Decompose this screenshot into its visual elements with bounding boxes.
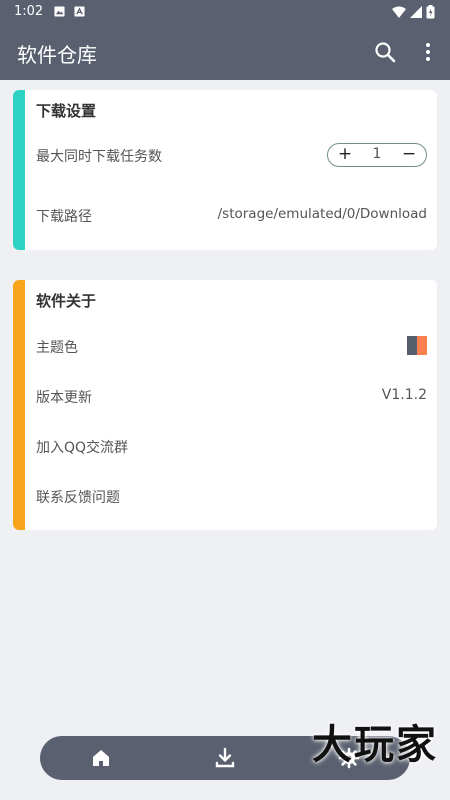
about-card: 软件关于 主题色 版本更新 V1.1.2 加入QQ交流群 联系反馈问题 (13, 280, 437, 530)
theme-color-primary (407, 336, 417, 355)
app-notification-icon (74, 6, 85, 17)
watermark-logo: 大玩家 (312, 721, 438, 768)
app-bar: 软件仓库 (0, 24, 450, 80)
download-settings-card: 下载设置 最大同时下载任务数 + 1 − 下载路径 /storage/emula… (13, 90, 437, 250)
contact-feedback-item[interactable]: 联系反馈问题 (36, 487, 120, 507)
wifi-icon (392, 6, 406, 18)
status-bar: 1:02 (0, 0, 450, 24)
download-settings-title: 下载设置 (36, 102, 97, 120)
signal-icon (410, 6, 422, 18)
status-time: 1:02 (14, 4, 44, 19)
download-path-value[interactable]: /storage/emulated/0/Download (218, 206, 427, 222)
max-tasks-stepper[interactable]: + 1 − (327, 143, 427, 167)
version-update-label[interactable]: 版本更新 (36, 387, 92, 407)
about-title: 软件关于 (36, 292, 97, 310)
theme-color-accent (417, 336, 427, 355)
home-icon[interactable] (89, 746, 113, 770)
more-options-icon[interactable] (415, 39, 441, 65)
version-value: V1.1.2 (381, 387, 427, 403)
card-accent-bar (13, 90, 25, 250)
theme-color-label[interactable]: 主题色 (36, 337, 78, 357)
decrement-button[interactable]: − (396, 144, 422, 166)
max-tasks-label: 最大同时下载任务数 (36, 149, 162, 165)
download-path-label[interactable]: 下载路径 (36, 206, 92, 226)
join-qq-group-item[interactable]: 加入QQ交流群 (36, 437, 128, 457)
battery-icon (426, 5, 435, 19)
image-notification-icon (54, 6, 65, 17)
theme-color-swatch[interactable] (407, 336, 427, 355)
download-icon[interactable] (213, 746, 237, 770)
search-icon[interactable] (372, 39, 398, 65)
card-accent-bar (13, 280, 25, 530)
app-title: 软件仓库 (17, 43, 97, 67)
